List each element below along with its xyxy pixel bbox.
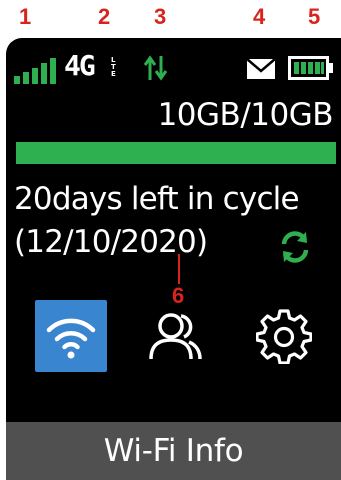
device-screen: 4G LTE 10GB/10GB 20days left in cycle (1…	[6, 38, 341, 480]
data-activity-icon	[144, 55, 168, 81]
gear-icon[interactable]	[256, 308, 312, 364]
callout-6-line	[178, 254, 180, 284]
data-usage-text: 10GB/10GB	[157, 97, 334, 133]
callout-5: 5	[308, 4, 321, 29]
callout-4: 4	[253, 4, 266, 29]
message-envelope-icon[interactable]	[246, 58, 276, 80]
nav-row	[6, 300, 341, 376]
signal-strength-icon	[14, 58, 56, 84]
network-sub-label: LTE	[111, 56, 116, 78]
footer-label: Wi-Fi Info	[103, 433, 244, 469]
data-usage-progress-bar	[16, 142, 336, 164]
users-icon[interactable]	[148, 312, 202, 362]
callout-6: 6	[172, 283, 185, 308]
callout-3: 3	[154, 4, 167, 29]
status-bar: 4G LTE	[6, 38, 341, 94]
wifi-icon	[46, 318, 96, 359]
network-type-label: 4G	[64, 49, 96, 82]
network-type-indicator: 4G LTE	[64, 49, 134, 84]
data-usage-progress-fill	[16, 142, 336, 164]
callout-2: 2	[98, 4, 111, 29]
refresh-icon[interactable]	[276, 228, 314, 266]
wifi-tile[interactable]	[35, 300, 107, 372]
battery-icon	[288, 56, 333, 80]
cycle-days-left-text: 20days left in cycle	[14, 181, 300, 217]
footer-bar[interactable]: Wi-Fi Info	[6, 422, 341, 480]
callout-1: 1	[19, 4, 32, 29]
